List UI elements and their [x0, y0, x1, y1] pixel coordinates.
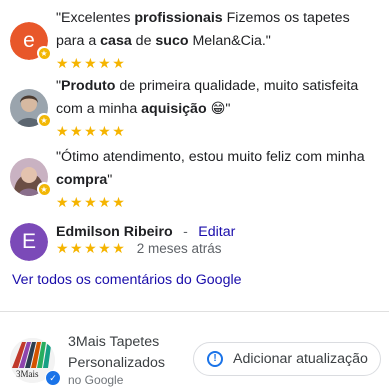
business-source: no Google [68, 373, 124, 387]
verified-check-icon: ✓ [45, 370, 61, 386]
reviewer-avatar: E [10, 223, 48, 261]
review-text: "Ótimo atendimento, estou muito feliz co… [56, 146, 376, 192]
avatar-letter: E [10, 223, 48, 261]
review-text-segment: de [131, 33, 156, 49]
review-text-segment: 😁" [206, 101, 231, 117]
add-update-button[interactable]: ! Adicionar atualização [193, 342, 381, 376]
reviewer-name: Edmilson Ribeiro [56, 224, 173, 240]
logo-text: 3Mais [16, 369, 39, 379]
own-review-meta: ★★★★★ 2 meses atrás [56, 240, 222, 258]
local-guide-badge-icon: ★ [37, 182, 51, 196]
add-update-label: Adicionar atualização [233, 351, 368, 367]
star-rating: ★★★★★ [56, 55, 127, 71]
clock-update-icon: ! [207, 351, 223, 367]
review-keyword: aquisição [141, 101, 207, 117]
review-keyword: suco [155, 33, 189, 49]
star-rating: ★★★★★ [56, 240, 127, 256]
review-text-segment: "Ótimo atendimento, estou muito feliz co… [56, 149, 365, 165]
review-text: "Excelentes profissionais Fizemos os tap… [56, 7, 376, 53]
star-rating: ★★★★★ [56, 123, 127, 139]
edit-review-link[interactable]: Editar [198, 224, 235, 240]
review-keyword: compra [56, 172, 108, 188]
separator: - [183, 223, 188, 239]
all-reviews-link[interactable]: Ver todos os comentários do Google [12, 272, 242, 288]
star-rating: ★★★★★ [56, 194, 127, 210]
local-guide-badge-icon: ★ [37, 46, 51, 60]
business-name: 3Mais Tapetes Personalizados [68, 334, 166, 371]
review-text-segment: Melan&Cia." [188, 33, 271, 49]
local-guide-badge-icon: ★ [37, 113, 51, 127]
review-keyword: profissionais [134, 10, 223, 26]
review-text-segment: " [107, 172, 113, 188]
review-keyword: casa [100, 33, 132, 49]
review-text-segment: "Excelentes [56, 10, 135, 26]
own-review-header: Edmilson Ribeiro - Editar [56, 223, 235, 241]
divider [0, 311, 389, 312]
review-time: 2 meses atrás [136, 241, 222, 256]
review-keyword: Produto [61, 78, 116, 94]
review-text: "Produto de primeira qualidade, muito sa… [56, 75, 376, 121]
